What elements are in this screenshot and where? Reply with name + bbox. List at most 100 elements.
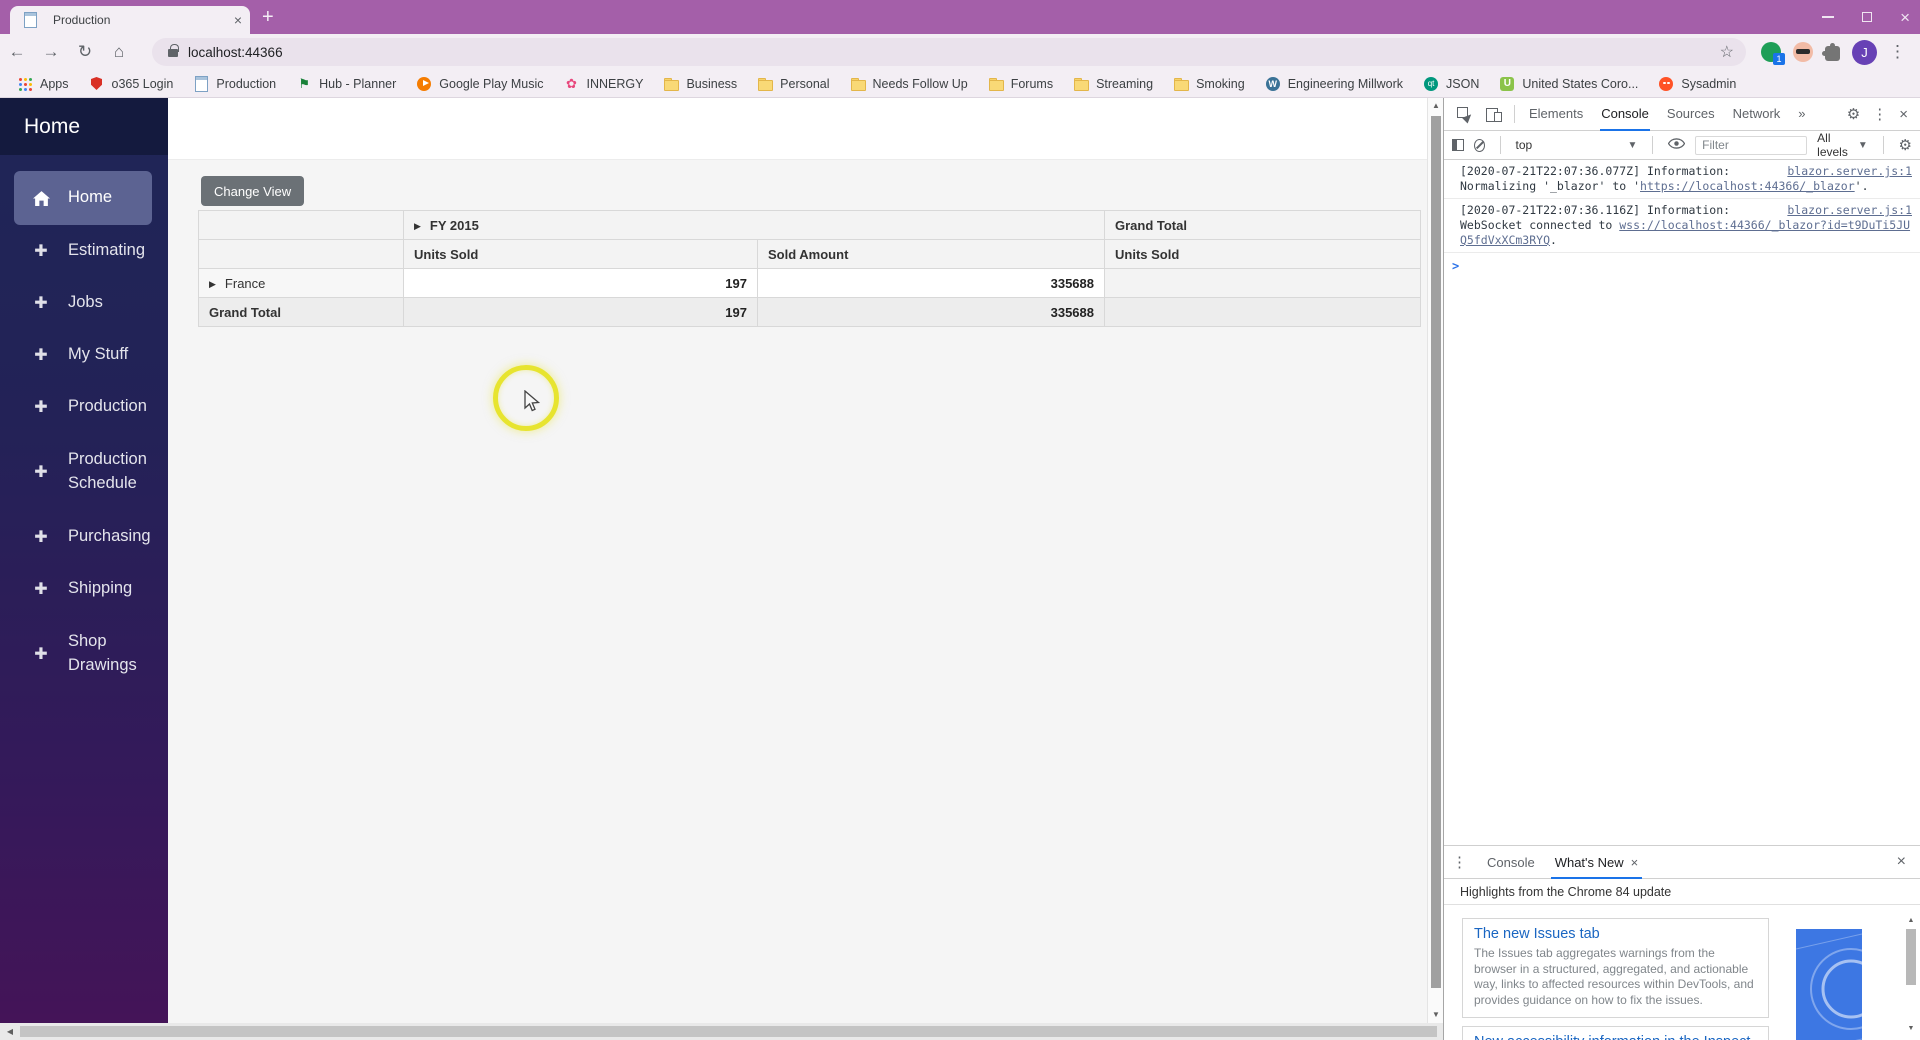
context-selector[interactable]: top ▼: [1516, 138, 1638, 152]
bookmark-item[interactable]: Smoking: [1164, 73, 1254, 95]
change-view-button[interactable]: Change View: [201, 176, 305, 206]
devtools-close-icon[interactable]: ×: [1899, 107, 1908, 122]
inspect-element-icon[interactable]: [1457, 106, 1472, 122]
home-icon[interactable]: ⌂: [102, 42, 136, 62]
sidebar-item-home[interactable]: Home: [14, 171, 152, 225]
scroll-up-icon[interactable]: ▲: [1905, 915, 1917, 927]
plus-icon[interactable]: ✚: [30, 345, 52, 365]
bookmark-item[interactable]: Engineering Millwork: [1256, 73, 1412, 95]
column-group-fy2015[interactable]: ▶ FY 2015: [403, 210, 1105, 240]
url-bar[interactable]: localhost:44366 ☆: [152, 38, 1746, 66]
extension-reddit-icon[interactable]: [1793, 42, 1813, 62]
whats-new-card-title-link[interactable]: New accessibility information in the Ins…: [1474, 1034, 1757, 1040]
console-text: '.: [1854, 179, 1869, 193]
drawer-tab-console[interactable]: Console: [1477, 846, 1545, 879]
gear-icon[interactable]: ⚙: [1847, 107, 1860, 122]
sidebar-item-purchasing[interactable]: ✚ Purchasing: [0, 511, 168, 563]
bookmark-item[interactable]: Production: [184, 73, 285, 95]
vertical-scrollbar[interactable]: ▲ ▼: [1427, 98, 1443, 1023]
bookmark-item[interactable]: Personal: [748, 73, 838, 95]
console-url-link[interactable]: https://localhost:44366/_blazor: [1640, 179, 1855, 193]
device-toolbar-icon[interactable]: [1486, 107, 1502, 122]
expand-arrow-icon[interactable]: ▶: [209, 279, 216, 290]
extensions-puzzle-icon[interactable]: [1822, 42, 1840, 61]
back-icon[interactable]: ←: [0, 42, 34, 62]
bookmark-item[interactable]: Sysadmin: [1649, 73, 1745, 95]
browser-tab[interactable]: Production ×: [10, 6, 250, 34]
json-icon: [1423, 76, 1439, 92]
drawer-menu-icon[interactable]: ⋮: [1452, 853, 1467, 871]
window-close-icon[interactable]: ×: [1900, 9, 1910, 26]
new-tab-button[interactable]: +: [262, 7, 274, 27]
show-sidebar-icon[interactable]: [1452, 139, 1464, 151]
console-source-link[interactable]: blazor.server.js:1: [1777, 203, 1912, 218]
drawer-close-icon[interactable]: ×: [1897, 853, 1912, 871]
scroll-down-icon[interactable]: ▼: [1428, 1007, 1444, 1023]
scroll-up-icon[interactable]: ▲: [1428, 98, 1444, 114]
plus-icon[interactable]: ✚: [30, 462, 52, 482]
divider: [1499, 136, 1501, 154]
drawer-tab-whats-new[interactable]: What's New ×: [1545, 846, 1649, 879]
minimize-icon[interactable]: [1822, 16, 1835, 18]
forward-icon[interactable]: →: [34, 42, 68, 62]
sidebar-item-production-schedule[interactable]: ✚ Production Schedule: [0, 433, 168, 511]
drawer-scrollbar[interactable]: ▲ ▼: [1905, 915, 1917, 1035]
bookmark-item[interactable]: Forums: [979, 73, 1062, 95]
tab-close-icon[interactable]: ×: [234, 12, 242, 28]
bookmark-item[interactable]: o365 Login: [80, 73, 183, 95]
row-label-france[interactable]: ▶ France: [198, 268, 404, 298]
sidebar-item-my-stuff[interactable]: ✚ My Stuff: [0, 329, 168, 381]
plus-icon[interactable]: ✚: [30, 241, 52, 261]
console-prompt[interactable]: >: [1444, 253, 1920, 279]
bookmark-item[interactable]: JSON: [1414, 73, 1488, 95]
cell-france-gt-units: [1104, 268, 1421, 298]
bookmark-item[interactable]: INNERGY: [554, 73, 652, 95]
bookmark-item[interactable]: Google Play Music: [407, 73, 552, 95]
plus-icon[interactable]: ✚: [30, 579, 52, 599]
kebab-menu-icon[interactable]: ⋮: [1872, 107, 1887, 122]
horizontal-scrollbar[interactable]: ◀: [0, 1023, 1443, 1040]
whats-new-card: The new Issues tab The Issues tab aggreg…: [1462, 918, 1769, 1019]
log-levels-selector[interactable]: All levels ▼: [1817, 131, 1868, 159]
expand-arrow-icon[interactable]: ▶: [414, 221, 421, 232]
sidebar-item-jobs[interactable]: ✚ Jobs: [0, 277, 168, 329]
plus-icon[interactable]: ✚: [30, 397, 52, 417]
scrollbar-thumb[interactable]: [20, 1026, 1437, 1037]
bookmark-item[interactable]: Apps: [8, 73, 78, 95]
sidebar-item-estimating[interactable]: ✚ Estimating: [0, 225, 168, 277]
more-tabs-icon[interactable]: »: [1789, 98, 1814, 131]
url-text[interactable]: localhost:44366: [188, 45, 283, 60]
tab-sources[interactable]: Sources: [1658, 98, 1724, 131]
plus-icon[interactable]: ✚: [30, 527, 52, 547]
bookmark-item[interactable]: United States Coro...: [1490, 73, 1647, 95]
plus-icon[interactable]: ✚: [30, 644, 52, 664]
refresh-icon[interactable]: ↻: [68, 42, 102, 62]
bookmark-item[interactable]: Streaming: [1064, 73, 1162, 95]
console-source-link[interactable]: blazor.server.js:1: [1777, 164, 1912, 179]
plus-icon[interactable]: ✚: [30, 293, 52, 313]
browser-menu-icon[interactable]: ⋮: [1889, 42, 1906, 62]
profile-avatar[interactable]: J: [1852, 39, 1877, 65]
bookmark-item[interactable]: Hub - Planner: [287, 73, 405, 95]
bookmark-item[interactable]: Business: [654, 73, 746, 95]
tab-close-icon[interactable]: ×: [1631, 847, 1639, 878]
tab-network[interactable]: Network: [1724, 98, 1790, 131]
whats-new-card-title-link[interactable]: The new Issues tab: [1474, 926, 1757, 942]
sidebar-item-shop-drawings[interactable]: ✚ Shop Drawings: [0, 615, 168, 693]
sidebar-item-shipping[interactable]: ✚ Shipping: [0, 563, 168, 615]
scrollbar-thumb[interactable]: [1906, 929, 1916, 985]
extension-green-icon[interactable]: 1: [1761, 42, 1785, 65]
filter-input[interactable]: [1695, 135, 1808, 155]
tab-elements[interactable]: Elements: [1520, 98, 1592, 131]
tab-console[interactable]: Console: [1592, 98, 1658, 131]
bookmark-star-icon[interactable]: ☆: [1720, 42, 1734, 62]
eye-icon[interactable]: [1667, 136, 1686, 154]
bookmark-item[interactable]: Needs Follow Up: [841, 73, 977, 95]
scroll-down-icon[interactable]: ▼: [1905, 1023, 1917, 1035]
maximize-icon[interactable]: [1862, 12, 1873, 22]
scrollbar-thumb[interactable]: [1431, 116, 1441, 988]
console-settings-gear-icon[interactable]: ⚙: [1899, 138, 1912, 153]
sidebar-item-production[interactable]: ✚ Production: [0, 381, 168, 433]
clear-console-icon[interactable]: [1473, 138, 1485, 152]
scroll-left-icon[interactable]: ◀: [2, 1023, 18, 1040]
